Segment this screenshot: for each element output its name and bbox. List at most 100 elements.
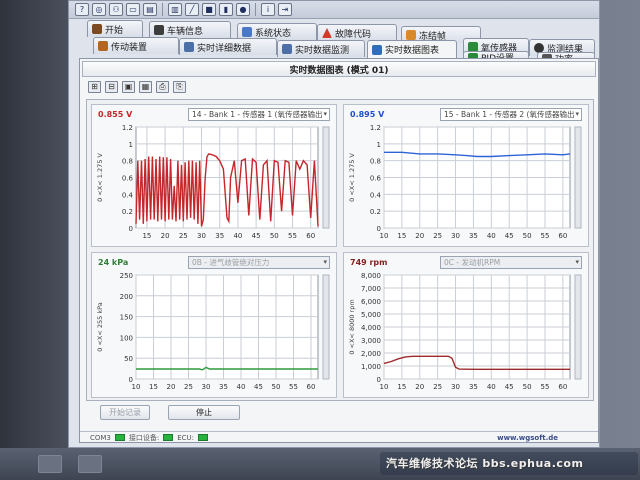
- tab-vehicle-info[interactable]: 车辆信息: [149, 21, 231, 38]
- open-icon[interactable]: ▣: [122, 81, 135, 93]
- y-tick-label: 1: [129, 141, 133, 149]
- y-tick-label: 50: [124, 355, 133, 363]
- monitor-icon: [282, 44, 292, 54]
- connect-icon[interactable]: ⚇: [109, 3, 123, 16]
- x-tick-label: 40: [487, 232, 496, 240]
- scrollbar[interactable]: [322, 274, 330, 380]
- y-tick-label: 0: [129, 225, 133, 233]
- tab-start[interactable]: 开始: [87, 20, 143, 37]
- taskbar-folder-icon[interactable]: [38, 455, 62, 473]
- scrollbar[interactable]: [322, 126, 330, 229]
- x-tick-label: 15: [397, 383, 406, 391]
- y-tick-label: 1.2: [122, 124, 133, 132]
- panel-title: 实时数据图表 (模式 01): [289, 66, 389, 76]
- export-icon[interactable]: ⎘: [173, 81, 186, 93]
- tab-strip: 开始 车辆信息 系统状态 故障代码 冻结帧 传动装置 实时详细数据 实时数据监测…: [79, 20, 599, 65]
- stop-button[interactable]: 停止: [168, 405, 240, 420]
- y-tick-label: 0.8: [122, 158, 133, 166]
- y-tick-label: 250: [120, 272, 133, 280]
- x-tick-label: 15: [142, 232, 151, 240]
- tab-data-monitor[interactable]: 实时数据监测: [277, 40, 365, 57]
- x-tick-label: 40: [237, 383, 246, 391]
- y-axis-label: 0 <X< 8000 rpm: [348, 299, 356, 354]
- battery-icon[interactable]: ▮: [219, 3, 233, 16]
- y-tick-label: 5,000: [361, 311, 381, 319]
- plot-area: [135, 274, 319, 380]
- record-icon[interactable]: ●: [236, 3, 250, 16]
- x-tick-label: 15: [149, 383, 158, 391]
- exit-icon[interactable]: ⇥: [278, 3, 292, 16]
- y-tick-label: 0.6: [370, 175, 382, 183]
- x-tick-label: 20: [415, 383, 424, 391]
- start-record-button[interactable]: 开始记录: [100, 405, 150, 420]
- x-tick-label: 10: [132, 383, 141, 391]
- pid-selector[interactable]: 0B - 进气歧管绝对压力 ▾: [188, 256, 330, 269]
- tab-transmission[interactable]: 传动装置: [93, 37, 179, 54]
- scrollbar[interactable]: [574, 126, 582, 229]
- y-tick-label: 2,000: [361, 350, 381, 358]
- clipboard-icon[interactable]: ▥: [168, 3, 182, 16]
- current-value: 0.895 V: [350, 110, 385, 119]
- y-tick-label: 0.4: [370, 191, 382, 199]
- x-tick-label: 50: [523, 232, 532, 240]
- save-icon[interactable]: ▦: [139, 81, 152, 93]
- x-tick-label: 60: [306, 232, 315, 240]
- x-tick-label: 55: [541, 383, 550, 391]
- detail-data-icon: [184, 42, 194, 52]
- x-tick-label: 25: [433, 232, 442, 240]
- y-tick-label: 3,000: [361, 337, 381, 345]
- chart-svg: 05010015020025010 15 20 25 30 35 40 45 50 55 600 <…: [96, 272, 330, 391]
- info-icon[interactable]: i: [261, 3, 275, 16]
- y-tick-label: 0.6: [122, 175, 134, 183]
- remove-chart-icon[interactable]: ⊟: [105, 81, 118, 93]
- y-axis-label: 0 <X< 1.275 V: [96, 153, 104, 202]
- x-tick-label: 35: [219, 383, 228, 391]
- globe-icon[interactable]: ◎: [92, 3, 106, 16]
- x-tick-label: 55: [288, 232, 297, 240]
- report-icon[interactable]: ▤: [143, 3, 157, 16]
- x-tick-label: 30: [197, 232, 206, 240]
- chart-o2-sensor-2: 0.895 V 15 - Bank 1 - 传感器 2 (氧传感器输出 ▾ 0 0.…: [343, 104, 589, 247]
- tab-detail-data[interactable]: 实时详细数据: [179, 38, 277, 55]
- x-tick-label: 10: [380, 232, 389, 240]
- port-led: [114, 434, 125, 441]
- app-window: ? ◎ ⚇ ▭ ▤ ▥ ╱ ■ ▮ ● i ⇥ 开始 车辆信息 系统状态 故障代…: [68, 0, 600, 448]
- x-tick-label: 20: [415, 232, 424, 240]
- help-icon[interactable]: ?: [75, 3, 89, 16]
- port-label: COM3: [90, 433, 111, 442]
- ecu-led: [198, 434, 209, 441]
- x-tick-label: 45: [252, 232, 261, 240]
- print-icon[interactable]: ⎙: [156, 81, 169, 93]
- x-tick-label: 35: [469, 232, 478, 240]
- chart-icon[interactable]: ╱: [185, 3, 199, 16]
- screen-icon[interactable]: ▭: [126, 3, 140, 16]
- x-tick-label: 40: [233, 232, 242, 240]
- taskbar-drive-icon[interactable]: [78, 455, 102, 473]
- y-axis-label: 0 <X< 1.275 V: [348, 153, 356, 202]
- scrollbar[interactable]: [574, 274, 582, 380]
- charts-area: 0.855 V 14 - Bank 1 - 传感器 1 (氧传感器输出 ▾ 0 0.…: [86, 99, 594, 401]
- terminal-icon[interactable]: ■: [202, 3, 216, 16]
- car-info-icon: [154, 25, 164, 35]
- system-status-icon: [242, 27, 252, 37]
- y-tick-label: 1,000: [361, 363, 381, 371]
- add-chart-icon[interactable]: ⊞: [88, 81, 101, 93]
- x-tick-label: 30: [451, 232, 460, 240]
- x-tick-label: 45: [505, 232, 514, 240]
- x-tick-label: 50: [523, 383, 532, 391]
- pid-selector[interactable]: 14 - Bank 1 - 传感器 1 (氧传感器输出 ▾: [188, 108, 330, 121]
- x-tick-label: 10: [380, 383, 389, 391]
- y-axis-label: 0 <X< 255 kPa: [96, 302, 104, 351]
- y-tick-label: 8,000: [361, 272, 381, 280]
- pid-selector[interactable]: 15 - Bank 1 - 传感器 2 (氧传感器输出 ▾: [440, 108, 582, 121]
- y-tick-label: 6,000: [361, 298, 381, 306]
- tab-fault-codes[interactable]: 故障代码: [317, 24, 397, 41]
- tab-data-chart[interactable]: 实时数据图表: [367, 40, 457, 58]
- x-tick-label: 15: [397, 232, 406, 240]
- chart-svg: 00.20.40.60.811.210 15 20 25 30 35 40 45 50 55 600…: [348, 124, 582, 240]
- x-tick-label: 20: [161, 232, 170, 240]
- chart-manifold-pressure: 24 kPa 0B - 进气歧管绝对压力 ▾ 0 50 100 150 200 250 10 1…: [91, 252, 337, 398]
- y-tick-label: 0.2: [370, 208, 381, 216]
- link-led: [163, 434, 174, 441]
- pid-selector[interactable]: 0C - 发动机RPM ▾: [440, 256, 582, 269]
